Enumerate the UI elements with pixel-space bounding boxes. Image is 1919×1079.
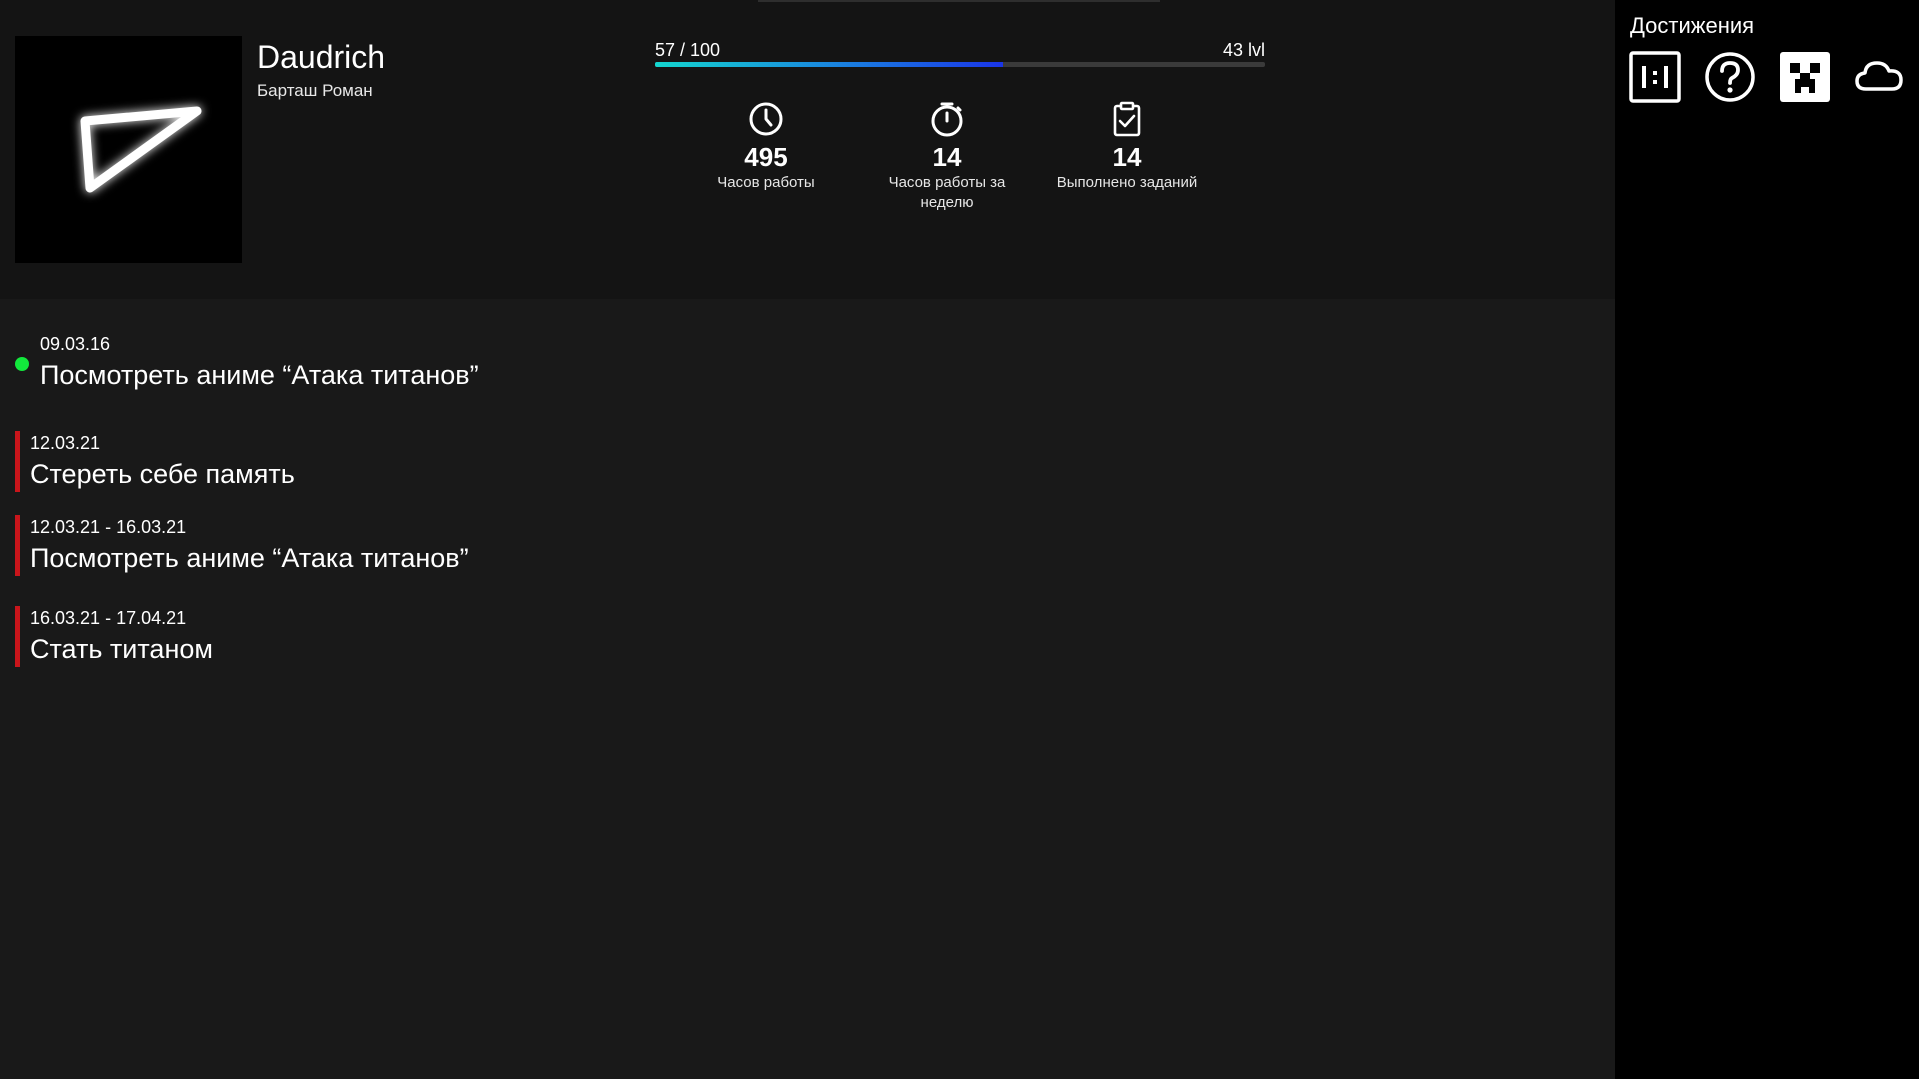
avatar[interactable] xyxy=(15,36,242,263)
list-item[interactable]: 12.03.21 - 16.03.21 Посмотреть аниме “Ат… xyxy=(15,515,915,576)
stat-value: 495 xyxy=(744,142,788,172)
task-date: 12.03.21 xyxy=(30,433,101,453)
achievement-ratio[interactable] xyxy=(1629,51,1681,103)
top-strip xyxy=(758,0,1160,2)
stat-value: 14 xyxy=(932,142,962,172)
task-title: Стать титаном xyxy=(30,634,213,664)
task-date: 16.03.21 - 17.04.21 xyxy=(30,608,187,628)
profile-header: Daudrich Барташ Роман 57 / 100 43 lvl 49… xyxy=(0,0,1615,299)
stat-label-text: Часов работы за неделю xyxy=(888,174,1006,211)
active-status-dot xyxy=(15,357,29,371)
list-item[interactable]: 16.03.21 - 17.04.21 Стать титаном xyxy=(15,606,915,667)
stat-value: 14 xyxy=(1112,142,1142,172)
question-icon xyxy=(1705,52,1755,102)
app-root: Daudrich Барташ Роман 57 / 100 43 lvl 49… xyxy=(0,0,1919,1079)
stat-label: Часов работы xyxy=(717,174,815,191)
achievements-title: Достижения xyxy=(1630,13,1755,38)
achievements-sidebar: Достижения xyxy=(1615,0,1919,1079)
stat-label: Выполнено заданий xyxy=(1056,174,1198,191)
creeper-icon xyxy=(1780,52,1830,102)
stat-week-hours: 14 Часов работы за неделю xyxy=(847,100,1047,213)
task-title: Посмотреть аниме “Атака титанов” xyxy=(30,543,469,573)
stat-completed-tasks: 14 Выполнено заданий xyxy=(1027,100,1227,193)
list-item[interactable]: 12.03.21 Стереть себе память xyxy=(15,431,915,492)
ratio-icon xyxy=(1629,51,1681,103)
logo-icon xyxy=(80,106,202,193)
achievement-cloud[interactable] xyxy=(1853,51,1905,103)
xp-progress-text: 57 / 100 xyxy=(655,40,721,60)
stat-label: Часов работы за неделю xyxy=(847,173,1047,213)
profile-nickname: Daudrich xyxy=(257,39,386,75)
achievement-creeper[interactable] xyxy=(1779,51,1831,103)
task-date: 09.03.16 xyxy=(40,334,111,354)
task-title: Стереть себе память xyxy=(30,459,295,489)
cloud-icon xyxy=(1855,61,1903,91)
xp-progress-fill xyxy=(655,62,1003,67)
clock-icon xyxy=(749,102,783,136)
stat-total-hours: 495 Часов работы xyxy=(666,100,866,193)
task-date: 12.03.21 - 16.03.21 xyxy=(30,517,187,537)
task-title: Посмотреть аниме “Атака титанов” xyxy=(40,360,479,390)
stopwatch-icon xyxy=(931,102,963,137)
xp-progress-bar xyxy=(655,62,1265,67)
profile-full-name: Барташ Роман xyxy=(257,81,373,100)
achievement-question[interactable] xyxy=(1704,51,1756,103)
clipboard-check-icon xyxy=(1113,101,1141,137)
level-text: 43 lvl xyxy=(1222,40,1265,60)
